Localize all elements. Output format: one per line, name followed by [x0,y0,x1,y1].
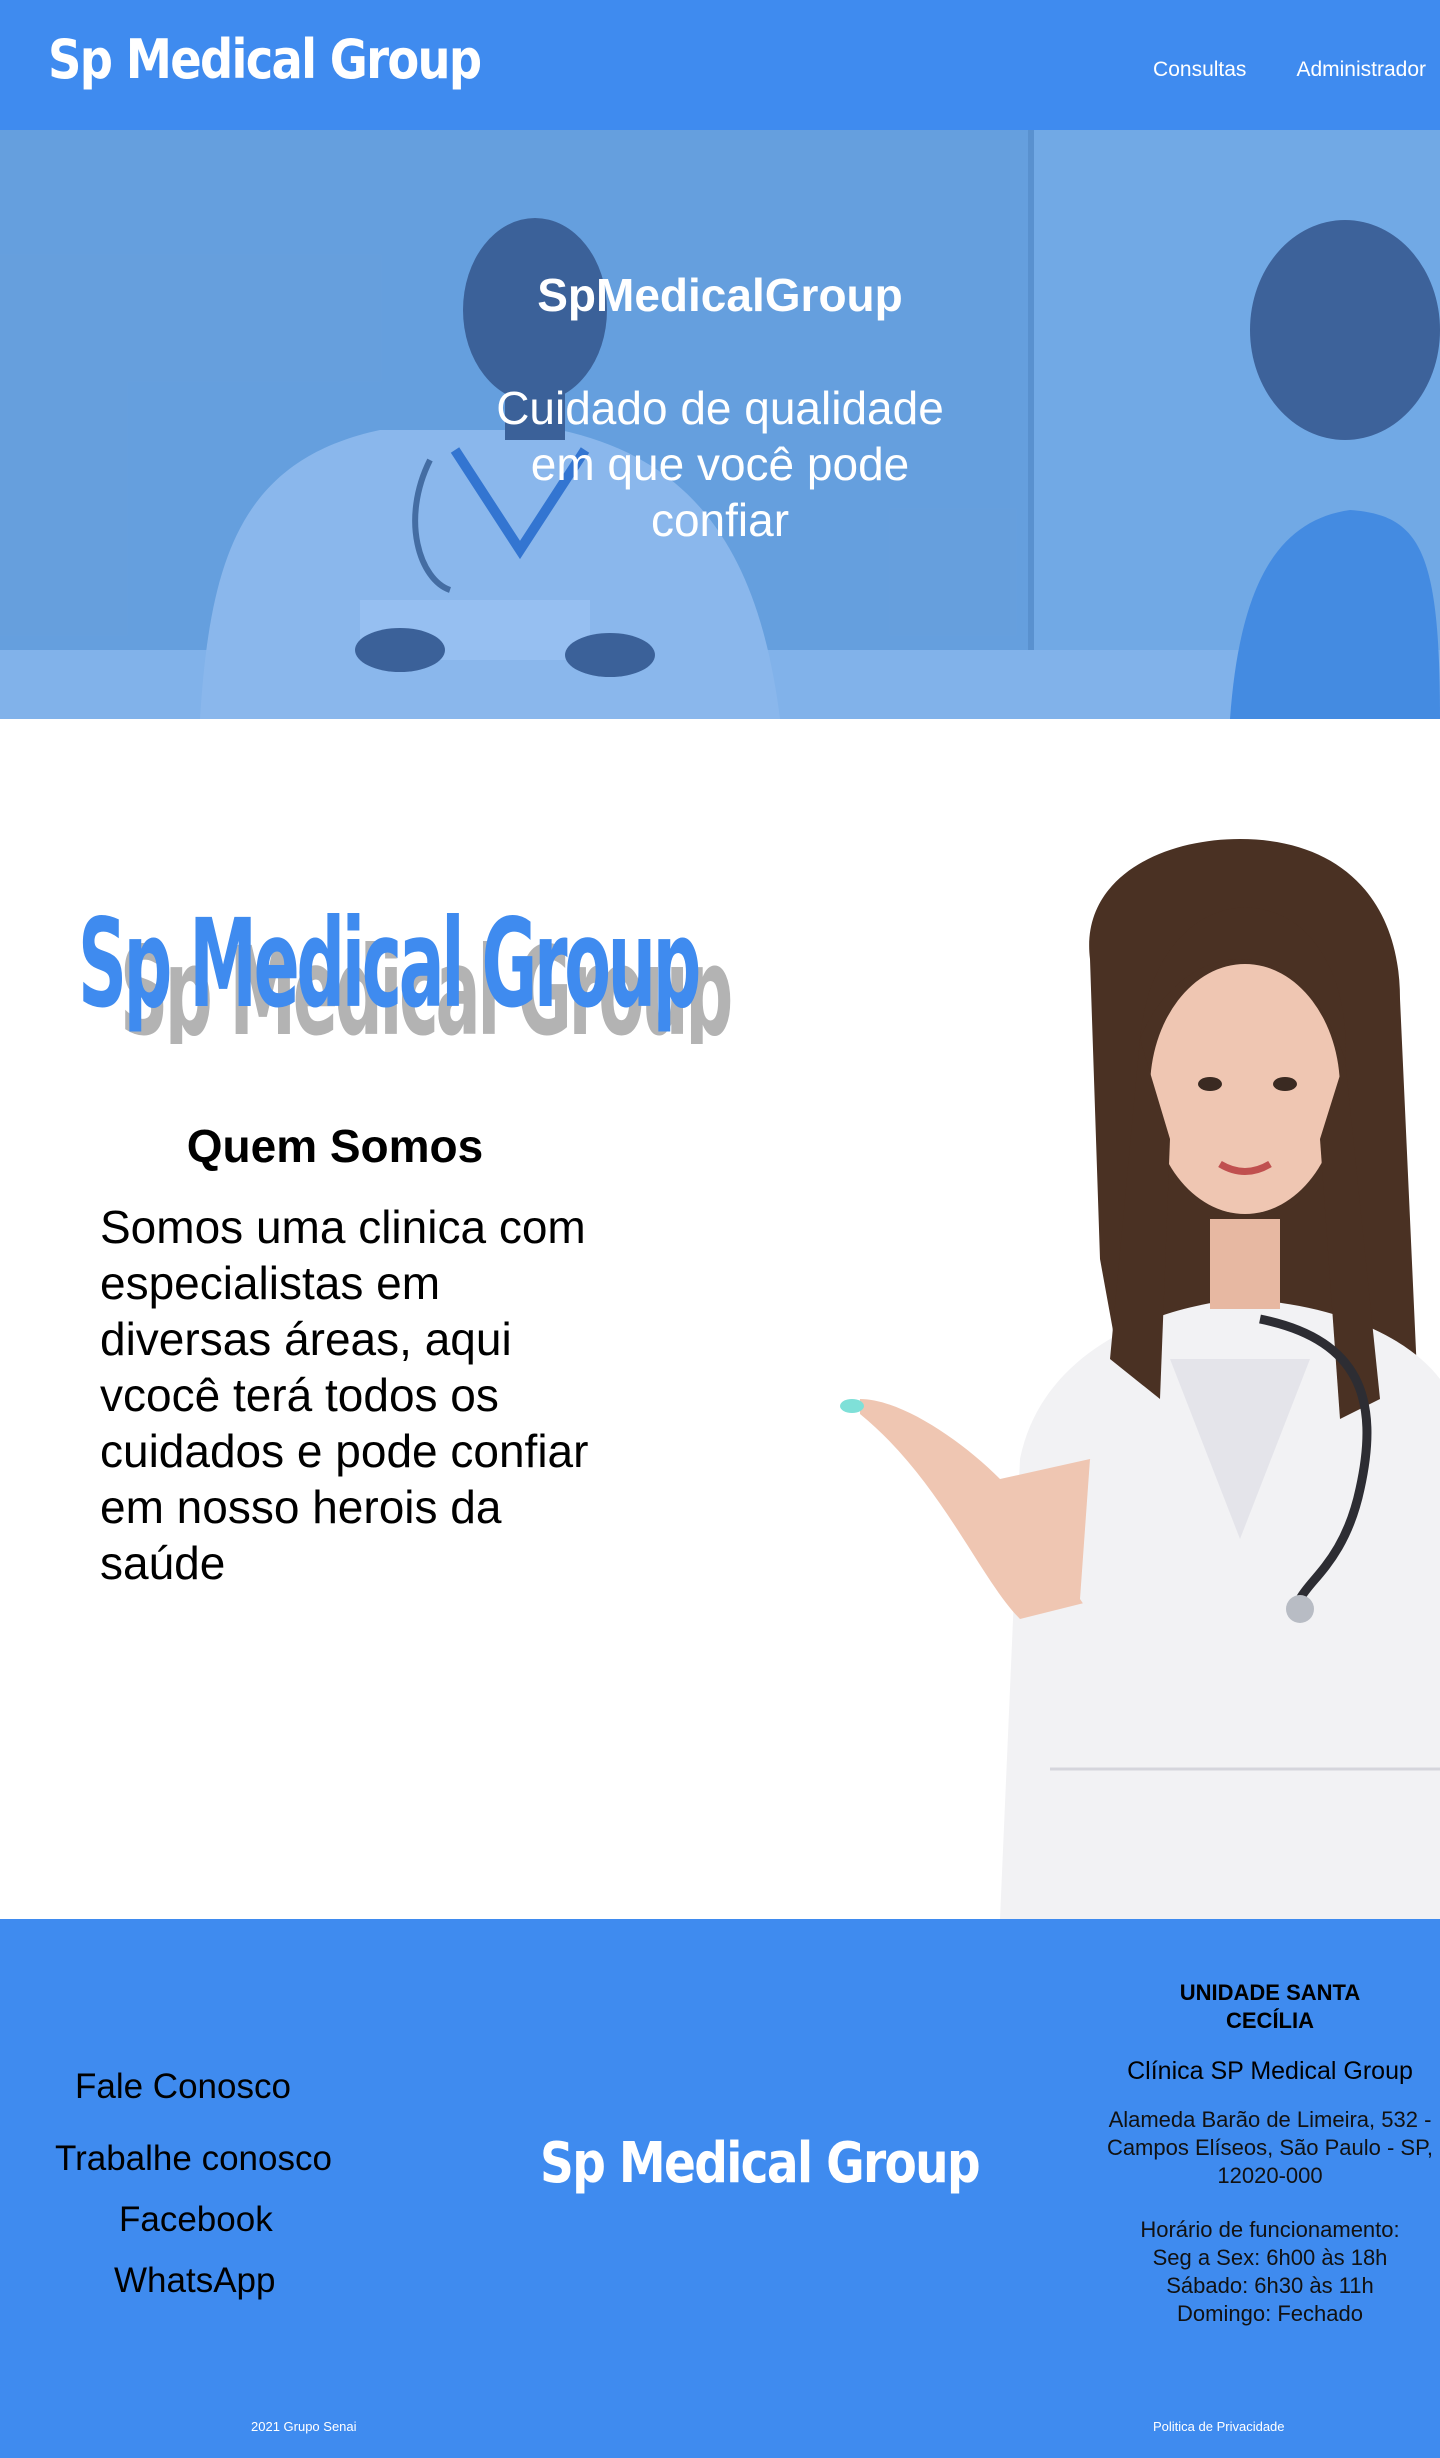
unit-address-line: Alameda Barão de Limeira, 532 - [1108,2107,1432,2132]
site-brand-logo[interactable]: Sp Medical Group [48,28,482,91]
site-header: Sp Medical Group Consultas Administrador [0,0,1440,130]
about-heading: Quem Somos [186,1120,484,1172]
about-section: Sp Medical Group Sp Medical Group Quem S… [0,719,1440,1919]
footer-link-trabalhe-conosco[interactable]: Trabalhe conosco [55,2139,332,2179]
site-footer: Fale Conosco Trabalhe conosco Facebook W… [0,1919,1440,2458]
copyright-text: 2021 Grupo Senai [251,2419,357,2434]
footer-link-whatsapp[interactable]: WhatsApp [114,2261,275,2301]
footer-brand-logo: Sp Medical Group [540,2131,981,2196]
hero-tagline-line: Cuidado de qualidade [496,382,944,434]
unit-hours: Horário de funcionamento: Seg a Sex: 6h0… [1085,2216,1440,2328]
hero-tagline-line: em que você pode [530,438,910,490]
about-text-line: saúde [100,1537,226,1589]
doctor-pointing-photo [840,839,1440,1919]
hero-banner: SpMedicalGroup Cuidado de qualidade em q… [0,130,1440,719]
footer-link-facebook[interactable]: Facebook [119,2200,273,2240]
footer-link-fale-conosco[interactable]: Fale Conosco [75,2067,291,2107]
unit-address-line: 12020-000 [1217,2163,1323,2188]
nav-link-administrador[interactable]: Administrador [1296,58,1426,82]
about-text-line: vcocê terá todos os [100,1369,499,1421]
hero-title: SpMedicalGroup [537,269,903,321]
main-nav: Consultas Administrador [1153,58,1426,82]
unit-address: Alameda Barão de Limeira, 532 - Campos E… [1085,2106,1440,2190]
about-text-line: especialistas em [100,1257,441,1309]
unit-address-line: Campos Elíseos, São Paulo - SP, [1106,2135,1434,2160]
hero-tagline-line: confiar [650,494,790,546]
hero-tagline: Cuidado de qualidade em que você pode co… [0,380,1440,548]
unit-hours-line: Domingo: Fechado [1177,2301,1363,2326]
about-text-line: cuidados e pode confiar [100,1425,589,1477]
unit-title: UNIDADE SANTA CECÍLIA [1179,1980,1361,2033]
unit-hours-line: Seg a Sex: 6h00 às 18h [1152,2245,1388,2270]
unit-hours-line: Horário de funcionamento: [1140,2217,1400,2242]
privacy-policy-link[interactable]: Politica de Privacidade [1153,2419,1285,2434]
about-text-line: diversas áreas, aqui [100,1313,512,1365]
unit-info: UNIDADE SANTA CECÍLIA Clínica SP Medical… [1085,1979,1440,2328]
about-text-line: Somos uma clinica com [100,1201,586,1253]
about-description: Somos uma clinica com especialistas em d… [100,1199,660,1591]
unit-hours-line: Sábado: 6h30 às 11h [1166,2273,1374,2298]
unit-clinic-name: Clínica SP Medical Group [1127,2057,1413,2085]
nav-link-consultas[interactable]: Consultas [1153,58,1246,82]
logo-text: Sp Medical Group [78,893,698,1035]
about-text-line: em nosso herois da [100,1481,502,1533]
sp-medical-group-logo: Sp Medical Group Sp Medical Group [78,893,736,1044]
